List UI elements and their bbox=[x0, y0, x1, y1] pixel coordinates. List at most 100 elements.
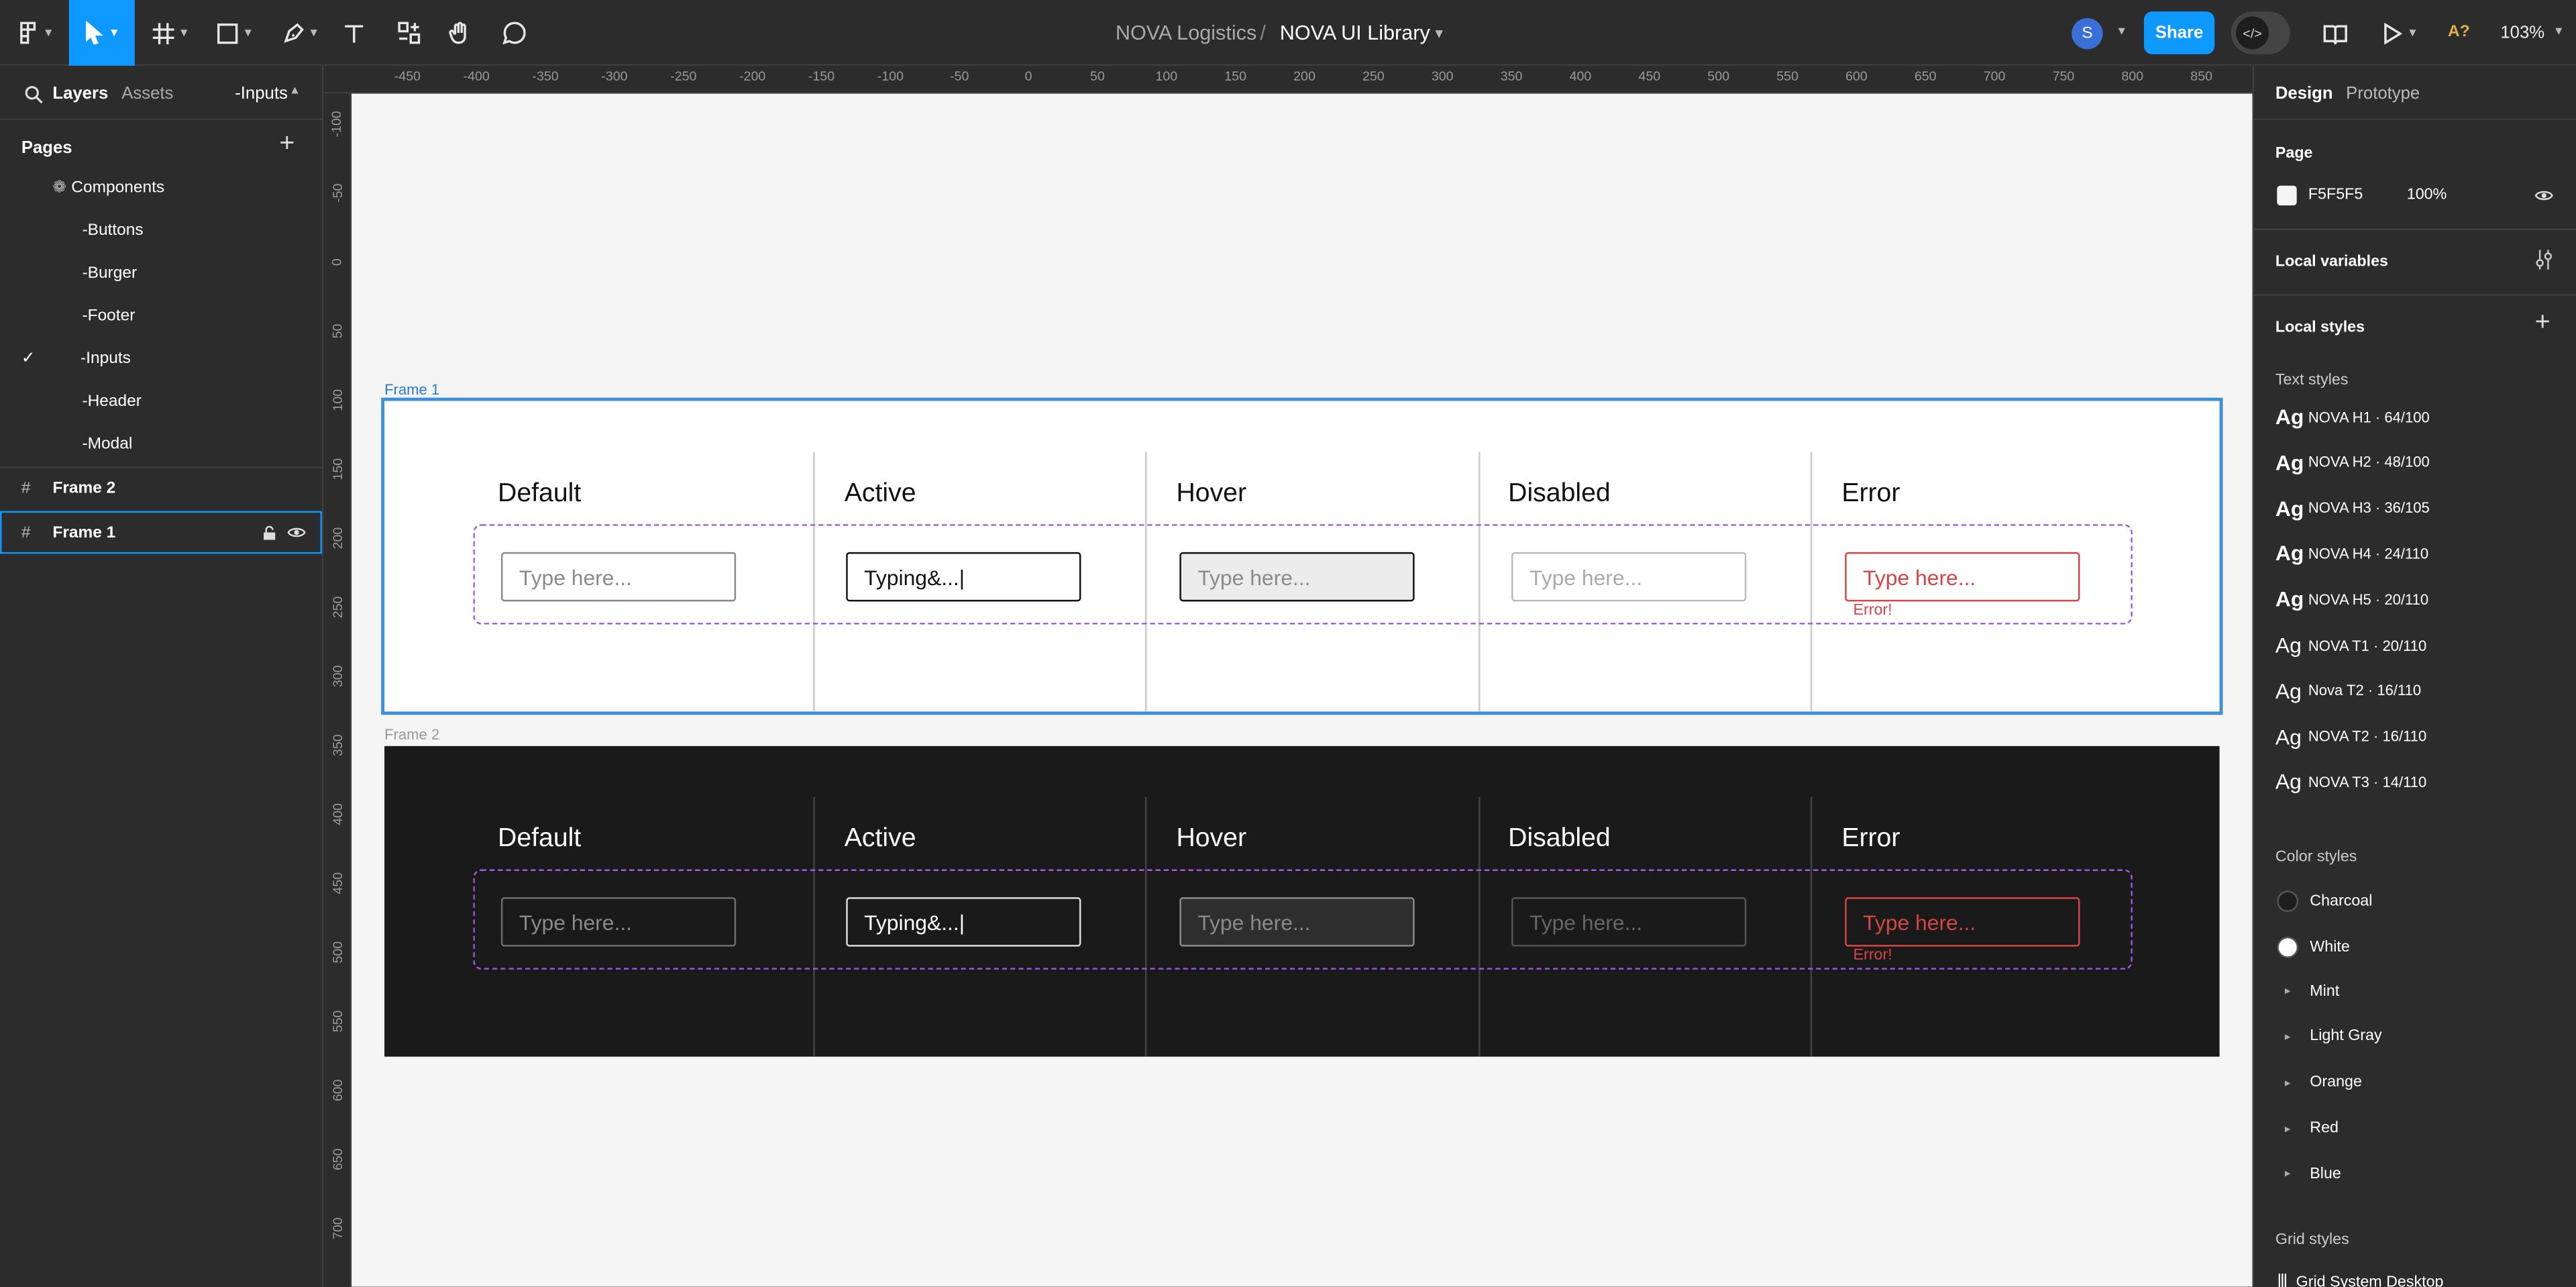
color-style-item[interactable]: ▸ Mint bbox=[2277, 982, 2339, 1000]
page-item-inputs[interactable]: ✓ -Inputs bbox=[0, 337, 322, 380]
unlock-icon[interactable] bbox=[263, 525, 276, 541]
zoom-level[interactable]: 103% bbox=[2500, 23, 2544, 42]
comment-tool-button[interactable] bbox=[499, 0, 529, 66]
frame-icon bbox=[152, 22, 174, 44]
text-style-item[interactable]: Ag NOVA H1 · 64/100 bbox=[2275, 404, 2430, 429]
variables-settings-icon[interactable] bbox=[2535, 250, 2553, 270]
tab-layers[interactable]: Layers bbox=[52, 84, 108, 103]
tab-design[interactable]: Design bbox=[2275, 84, 2333, 103]
ruler-tick-label: -50 bbox=[323, 184, 352, 203]
ruler-tick-label: 700 bbox=[323, 1217, 352, 1239]
color-styles-title: Color styles bbox=[2275, 847, 2357, 866]
text-style-label: NOVA H5 · 20/110 bbox=[2308, 590, 2429, 608]
color-style-item[interactable]: ▸ Red bbox=[2277, 1119, 2339, 1137]
grid-style-item[interactable]: ||| Grid System Desktop bbox=[2277, 1272, 2443, 1287]
frame-tool-button[interactable]: ▼ bbox=[148, 0, 194, 66]
page-item-footer[interactable]: -Footer bbox=[0, 294, 322, 337]
expand-chevron-icon: ▸ bbox=[2284, 1031, 2291, 1043]
eye-icon[interactable] bbox=[287, 526, 306, 539]
input-error[interactable]: Type here... bbox=[1845, 552, 2080, 602]
tab-prototype[interactable]: Prototype bbox=[2346, 84, 2420, 103]
library-button[interactable] bbox=[2320, 0, 2349, 66]
input-default[interactable]: Type here... bbox=[500, 552, 737, 602]
present-button[interactable]: ▼ bbox=[2379, 0, 2422, 66]
ruler-tick-label: -150 bbox=[808, 68, 835, 84]
color-style-item[interactable]: ▸ Orange bbox=[2277, 1074, 2362, 1092]
input-disabled[interactable]: Type here... bbox=[1511, 552, 1747, 602]
color-style-item[interactable]: ▸ Blue bbox=[2277, 1165, 2341, 1183]
file-name[interactable]: NOVA UI Library bbox=[1280, 21, 1430, 44]
frame-1[interactable]: Default Active Hover Disabled Error Type here… bbox=[381, 397, 2223, 715]
share-button[interactable]: Share bbox=[2143, 11, 2215, 54]
input-hover[interactable]: Type here... bbox=[1179, 897, 1415, 947]
local-variables-title[interactable]: Local variables bbox=[2275, 253, 2388, 271]
frame-2-label[interactable]: Frame 2 bbox=[384, 726, 439, 742]
breadcrumb-separator: / bbox=[1260, 21, 1266, 45]
input-active[interactable]: Typing&...| bbox=[846, 897, 1081, 947]
play-icon bbox=[2384, 22, 2402, 44]
input-active[interactable]: Typing&...| bbox=[846, 552, 1081, 602]
input-disabled[interactable]: Type here... bbox=[1511, 897, 1747, 947]
page-item-components[interactable]: ❁ Components bbox=[0, 166, 322, 209]
page-opacity[interactable]: 100% bbox=[2407, 186, 2447, 204]
page-color-hex[interactable]: F5F5F5 bbox=[2308, 186, 2363, 204]
move-tool-button[interactable]: ▼ bbox=[68, 0, 135, 66]
zoom-chevron-icon[interactable]: ▼ bbox=[2553, 26, 2565, 38]
ruler-tick-label: 650 bbox=[323, 1148, 352, 1170]
tab-assets[interactable]: Assets bbox=[121, 84, 173, 103]
eye-icon[interactable] bbox=[2534, 189, 2553, 203]
ruler-tick-label: 350 bbox=[323, 734, 352, 756]
color-style-item[interactable]: White bbox=[2277, 936, 2350, 958]
page-color-swatch[interactable] bbox=[2277, 185, 2297, 206]
layer-frame-2[interactable]: # Frame 2 bbox=[0, 467, 322, 510]
canvas[interactable]: Frame 1 Default Active Hover Disabled Error T… bbox=[352, 93, 2253, 1287]
resources-button[interactable] bbox=[394, 0, 424, 66]
avatar-chevron-icon[interactable]: ▼ bbox=[2116, 26, 2127, 38]
frame-1-label[interactable]: Frame 1 bbox=[384, 381, 439, 397]
ruler-tick-label: 250 bbox=[323, 597, 352, 619]
main-menu-button[interactable]: ▼ bbox=[13, 0, 60, 66]
text-style-item[interactable]: Ag NOVA H3 · 36/105 bbox=[2275, 496, 2430, 521]
figma-logo-icon bbox=[20, 21, 36, 44]
color-style-item[interactable]: Charcoal bbox=[2277, 890, 2372, 913]
input-hover[interactable]: Type here... bbox=[1179, 552, 1415, 602]
text-style-item[interactable]: Ag NOVA T3 · 14/110 bbox=[2275, 770, 2426, 794]
text-style-item[interactable]: Ag NOVA T1 · 20/110 bbox=[2275, 633, 2426, 658]
text-style-item[interactable]: Ag NOVA H4 · 24/110 bbox=[2275, 542, 2428, 566]
current-page-selector[interactable]: -Inputs bbox=[235, 84, 288, 103]
frame-2[interactable]: Default Active Hover Disabled Error Type here… bbox=[384, 745, 2220, 1057]
page-selector-chevron-icon[interactable]: ▲ bbox=[289, 85, 301, 97]
layer-frame-1[interactable]: # Frame 1 bbox=[0, 511, 323, 554]
add-style-icon[interactable]: + bbox=[2535, 309, 2551, 338]
page-item-header[interactable]: -Header bbox=[0, 380, 322, 423]
dev-mode-toggle[interactable]: </> bbox=[2231, 11, 2290, 54]
avatar[interactable]: S bbox=[2072, 17, 2103, 50]
org-breadcrumb[interactable]: NOVA Logistics bbox=[1116, 21, 1256, 44]
color-style-label: White bbox=[2310, 937, 2350, 956]
text-style-item[interactable]: Ag NOVA H2 · 48/100 bbox=[2275, 450, 2430, 475]
page-item-burger[interactable]: -Burger bbox=[0, 252, 322, 295]
color-style-item[interactable]: ▸ Light Gray bbox=[2277, 1028, 2382, 1046]
add-page-icon[interactable]: + bbox=[279, 130, 294, 159]
hand-tool-button[interactable] bbox=[445, 0, 475, 66]
input-default[interactable]: Type here... bbox=[500, 897, 737, 947]
accessibility-check-icon[interactable]: A? bbox=[2448, 23, 2470, 41]
state-heading-active: Active bbox=[844, 480, 916, 508]
text-style-item[interactable]: Ag Nova T2 · 16/110 bbox=[2275, 678, 2421, 703]
ruler-tick-label: 600 bbox=[323, 1080, 352, 1102]
comment-icon bbox=[502, 21, 526, 45]
page-item-modal[interactable]: -Modal bbox=[0, 422, 322, 465]
layer-label: Frame 1 bbox=[52, 523, 116, 542]
text-tool-button[interactable] bbox=[338, 0, 368, 66]
right-panel: Design Prototype Page F5F5F5 100% Local … bbox=[2252, 65, 2576, 1287]
input-error[interactable]: Type here... bbox=[1845, 897, 2080, 947]
shape-tool-button[interactable]: ▼ bbox=[210, 0, 259, 66]
page-item-buttons[interactable]: -Buttons bbox=[0, 209, 322, 252]
text-style-item[interactable]: Ag NOVA T2 · 16/110 bbox=[2275, 724, 2426, 749]
ruler-tick-label: -100 bbox=[877, 68, 904, 84]
ruler-tick-label: 450 bbox=[323, 872, 352, 894]
search-icon[interactable] bbox=[25, 85, 43, 104]
pen-tool-button[interactable]: ▼ bbox=[276, 0, 325, 66]
file-menu-chevron-icon[interactable]: ▼ bbox=[1433, 26, 1446, 41]
text-style-item[interactable]: Ag NOVA H5 · 20/110 bbox=[2275, 587, 2428, 612]
